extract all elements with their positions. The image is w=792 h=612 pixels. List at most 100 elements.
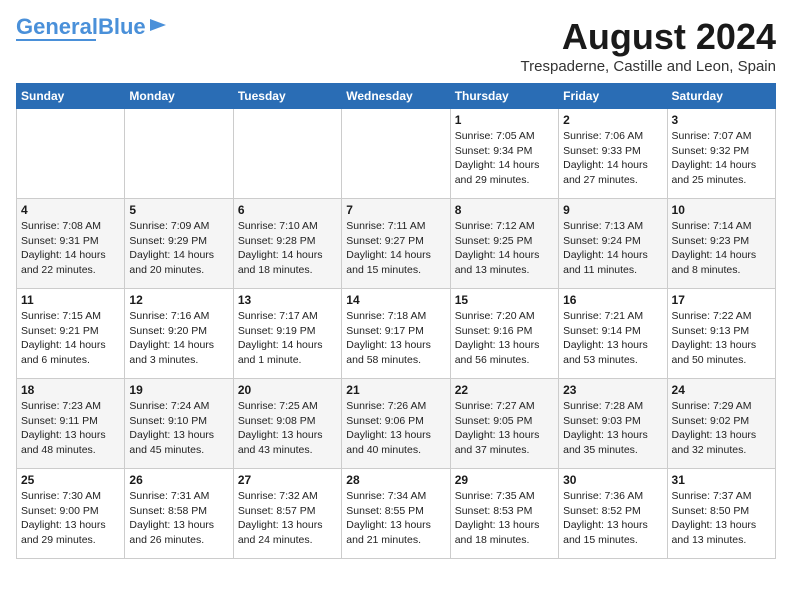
calendar-table: SundayMondayTuesdayWednesdayThursdayFrid… <box>16 83 776 559</box>
day-number: 7 <box>346 203 445 217</box>
calendar-cell: 22 Sunrise: 7:27 AMSunset: 9:05 PMDayligh… <box>450 379 558 469</box>
day-info: Sunrise: 7:12 AMSunset: 9:25 PMDaylight:… <box>455 219 554 278</box>
day-number: 13 <box>238 293 337 307</box>
day-number: 17 <box>672 293 771 307</box>
calendar-day-header: Thursday <box>450 84 558 109</box>
calendar-week-row: 25Sunrise: 7:30 AMSunset: 9:00 PMDayligh… <box>17 469 776 559</box>
calendar-cell: 17 Sunrise: 7:22 AMSunset: 9:13 PMDayligh… <box>667 289 775 379</box>
day-info: Sunrise: 7:23 AMSunset: 9:11 PMDaylight:… <box>21 399 120 458</box>
calendar-cell: 1 Sunrise: 7:05 AMSunset: 9:34 PMDaylight… <box>450 109 558 199</box>
calendar-cell: 21 Sunrise: 7:26 AMSunset: 9:06 PMDayligh… <box>342 379 450 469</box>
day-info: Sunrise: 7:17 AMSunset: 9:19 PMDaylight:… <box>238 309 337 368</box>
day-info: Sunrise: 7:32 AMSunset: 8:57 PMDaylight:… <box>238 489 337 548</box>
day-info: Sunrise: 7:29 AMSunset: 9:02 PMDaylight:… <box>672 399 771 458</box>
calendar-cell: 2 Sunrise: 7:06 AMSunset: 9:33 PMDaylight… <box>559 109 667 199</box>
calendar-cell: 16 Sunrise: 7:21 AMSunset: 9:14 PMDayligh… <box>559 289 667 379</box>
calendar-day-header: Saturday <box>667 84 775 109</box>
day-number: 1 <box>455 113 554 127</box>
calendar-day-header: Friday <box>559 84 667 109</box>
day-info: Sunrise: 7:25 AMSunset: 9:08 PMDaylight:… <box>238 399 337 458</box>
day-info: Sunrise: 7:37 AMSunset: 8:50 PMDaylight:… <box>672 489 771 548</box>
calendar-cell: 7 Sunrise: 7:11 AMSunset: 9:27 PMDaylight… <box>342 199 450 289</box>
day-info: Sunrise: 7:06 AMSunset: 9:33 PMDaylight:… <box>563 129 662 188</box>
day-number: 6 <box>238 203 337 217</box>
day-info: Sunrise: 7:36 AMSunset: 8:52 PMDaylight:… <box>563 489 662 548</box>
day-info: Sunrise: 7:26 AMSunset: 9:06 PMDaylight:… <box>346 399 445 458</box>
day-info: Sunrise: 7:30 AMSunset: 9:00 PMDaylight:… <box>21 489 120 548</box>
logo-text: GeneralBlue <box>16 16 146 38</box>
location: Trespaderne, Castille and Leon, Spain <box>521 58 776 75</box>
calendar-cell: 24 Sunrise: 7:29 AMSunset: 9:02 PMDayligh… <box>667 379 775 469</box>
calendar-cell: 11 Sunrise: 7:15 AMSunset: 9:21 PMDayligh… <box>17 289 125 379</box>
day-info: Sunrise: 7:14 AMSunset: 9:23 PMDaylight:… <box>672 219 771 278</box>
day-info: Sunrise: 7:21 AMSunset: 9:14 PMDaylight:… <box>563 309 662 368</box>
day-info: Sunrise: 7:34 AMSunset: 8:55 PMDaylight:… <box>346 489 445 548</box>
calendar-cell: 12Sunrise: 7:16 AMSunset: 9:20 PMDayligh… <box>125 289 233 379</box>
page-header: GeneralBlue August 2024 Trespaderne, Cas… <box>16 16 776 75</box>
calendar-header-row: SundayMondayTuesdayWednesdayThursdayFrid… <box>17 84 776 109</box>
day-number: 3 <box>672 113 771 127</box>
day-number: 19 <box>129 383 228 397</box>
day-number: 4 <box>21 203 120 217</box>
day-info: Sunrise: 7:28 AMSunset: 9:03 PMDaylight:… <box>563 399 662 458</box>
day-info: Sunrise: 7:18 AMSunset: 9:17 PMDaylight:… <box>346 309 445 368</box>
calendar-cell: 13 Sunrise: 7:17 AMSunset: 9:19 PMDayligh… <box>233 289 341 379</box>
calendar-cell: 18 Sunrise: 7:23 AMSunset: 9:11 PMDayligh… <box>17 379 125 469</box>
calendar-cell: 3 Sunrise: 7:07 AMSunset: 9:32 PMDaylight… <box>667 109 775 199</box>
day-info: Sunrise: 7:07 AMSunset: 9:32 PMDaylight:… <box>672 129 771 188</box>
day-number: 5 <box>129 203 228 217</box>
day-info: Sunrise: 7:27 AMSunset: 9:05 PMDaylight:… <box>455 399 554 458</box>
day-number: 22 <box>455 383 554 397</box>
calendar-cell: 4Sunrise: 7:08 AMSunset: 9:31 PMDaylight… <box>17 199 125 289</box>
day-number: 15 <box>455 293 554 307</box>
day-number: 10 <box>672 203 771 217</box>
calendar-day-header: Wednesday <box>342 84 450 109</box>
day-info: Sunrise: 7:22 AMSunset: 9:13 PMDaylight:… <box>672 309 771 368</box>
calendar-cell: 8 Sunrise: 7:12 AMSunset: 9:25 PMDaylight… <box>450 199 558 289</box>
day-number: 21 <box>346 383 445 397</box>
calendar-cell: 19 Sunrise: 7:24 AMSunset: 9:10 PMDayligh… <box>125 379 233 469</box>
day-info: Sunrise: 7:15 AMSunset: 9:21 PMDaylight:… <box>21 309 120 368</box>
day-number: 16 <box>563 293 662 307</box>
calendar-cell: 31Sunrise: 7:37 AMSunset: 8:50 PMDayligh… <box>667 469 775 559</box>
calendar-cell: 30Sunrise: 7:36 AMSunset: 8:52 PMDayligh… <box>559 469 667 559</box>
calendar-cell: 26 Sunrise: 7:31 AMSunset: 8:58 PMDayligh… <box>125 469 233 559</box>
day-number: 2 <box>563 113 662 127</box>
day-number: 20 <box>238 383 337 397</box>
calendar-week-row: 18 Sunrise: 7:23 AMSunset: 9:11 PMDayligh… <box>17 379 776 469</box>
calendar-cell <box>17 109 125 199</box>
day-info: Sunrise: 7:05 AMSunset: 9:34 PMDaylight:… <box>455 129 554 188</box>
day-info: Sunrise: 7:13 AMSunset: 9:24 PMDaylight:… <box>563 219 662 278</box>
calendar-cell: 5 Sunrise: 7:09 AMSunset: 9:29 PMDaylight… <box>125 199 233 289</box>
calendar-day-header: Tuesday <box>233 84 341 109</box>
day-info: Sunrise: 7:09 AMSunset: 9:29 PMDaylight:… <box>129 219 228 278</box>
calendar-day-header: Sunday <box>17 84 125 109</box>
day-number: 18 <box>21 383 120 397</box>
day-number: 11 <box>21 293 120 307</box>
calendar-week-row: 11 Sunrise: 7:15 AMSunset: 9:21 PMDayligh… <box>17 289 776 379</box>
logo: GeneralBlue <box>16 16 168 41</box>
day-number: 23 <box>563 383 662 397</box>
calendar-cell: 20 Sunrise: 7:25 AMSunset: 9:08 PMDayligh… <box>233 379 341 469</box>
day-number: 28 <box>346 473 445 487</box>
day-info: Sunrise: 7:11 AMSunset: 9:27 PMDaylight:… <box>346 219 445 278</box>
day-number: 12 <box>129 293 228 307</box>
calendar-cell: 14Sunrise: 7:18 AMSunset: 9:17 PMDayligh… <box>342 289 450 379</box>
day-info: Sunrise: 7:24 AMSunset: 9:10 PMDaylight:… <box>129 399 228 458</box>
calendar-cell <box>233 109 341 199</box>
day-number: 24 <box>672 383 771 397</box>
month-year: August 2024 <box>521 16 776 58</box>
calendar-cell: 6 Sunrise: 7:10 AMSunset: 9:28 PMDaylight… <box>233 199 341 289</box>
day-info: Sunrise: 7:31 AMSunset: 8:58 PMDaylight:… <box>129 489 228 548</box>
calendar-day-header: Monday <box>125 84 233 109</box>
day-info: Sunrise: 7:10 AMSunset: 9:28 PMDaylight:… <box>238 219 337 278</box>
calendar-week-row: 1 Sunrise: 7:05 AMSunset: 9:34 PMDaylight… <box>17 109 776 199</box>
calendar-cell <box>342 109 450 199</box>
title-block: August 2024 Trespaderne, Castille and Le… <box>521 16 776 75</box>
calendar-cell: 15Sunrise: 7:20 AMSunset: 9:16 PMDayligh… <box>450 289 558 379</box>
day-number: 26 <box>129 473 228 487</box>
calendar-week-row: 4Sunrise: 7:08 AMSunset: 9:31 PMDaylight… <box>17 199 776 289</box>
calendar-body: 1 Sunrise: 7:05 AMSunset: 9:34 PMDaylight… <box>17 109 776 559</box>
day-number: 8 <box>455 203 554 217</box>
calendar-cell: 23 Sunrise: 7:28 AMSunset: 9:03 PMDayligh… <box>559 379 667 469</box>
